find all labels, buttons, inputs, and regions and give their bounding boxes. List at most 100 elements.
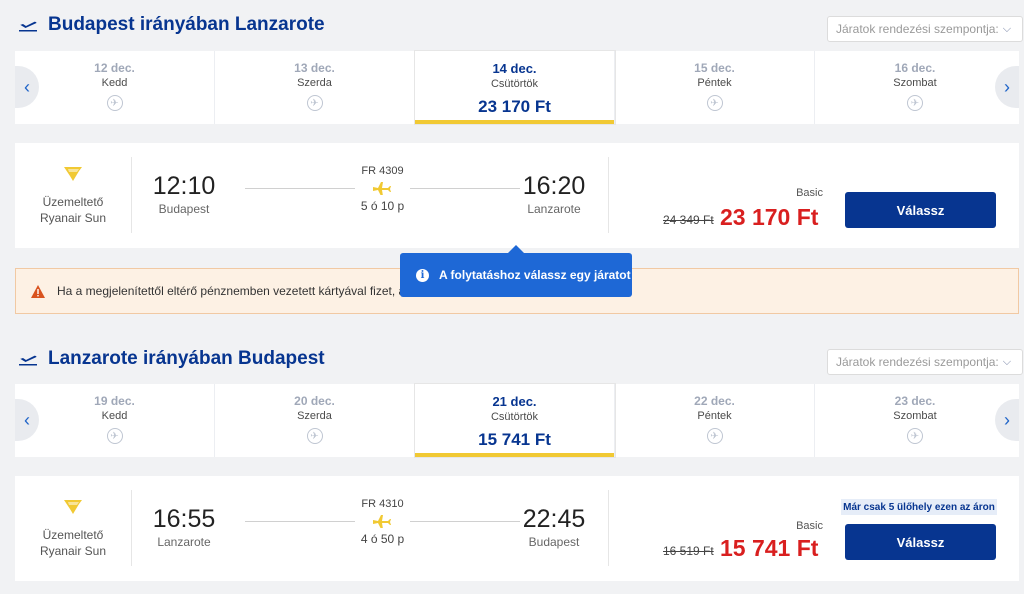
- operator-name: Ryanair Sun: [39, 544, 107, 558]
- plane-icon: [373, 182, 391, 195]
- chevron-right-icon: ›: [1004, 409, 1010, 430]
- arrival-city: Lanzarote: [527, 202, 581, 216]
- flight-duration: 4 ó 50 p: [360, 532, 405, 546]
- operator-label: Üzemeltető: [42, 528, 104, 542]
- outbound-date-item[interactable]: 13 dec. Szerda ✈: [215, 51, 415, 124]
- seats-left-badge: Már csak 5 ülőhely ezen az áron: [841, 499, 997, 515]
- departure-city: Lanzarote: [157, 535, 211, 549]
- weekday-label: Csütörtök: [490, 78, 539, 90]
- outbound-date-strip: 12 dec. Kedd ✈ 13 dec. Szerda ✈ 14 dec. …: [15, 51, 1019, 124]
- old-price: 24 349 Ft: [663, 213, 714, 227]
- chevron-down-icon: ⌵: [1002, 22, 1012, 35]
- no-flight-icon: ✈: [706, 95, 723, 111]
- date-label: 13 dec.: [294, 61, 335, 75]
- weekday-label: Csütörtök: [490, 411, 539, 423]
- weekday-label: Kedd: [101, 77, 128, 89]
- date-label: 20 dec.: [294, 394, 335, 408]
- arrival-block: 22:45 Budapest: [499, 505, 609, 549]
- outbound-date-item-selected[interactable]: 14 dec. Csütörtök 23 170 Ft: [415, 51, 615, 124]
- operator-name: Ryanair Sun: [39, 211, 107, 225]
- plane-icon: [373, 515, 391, 528]
- current-price: 15 741 Ft: [720, 535, 819, 561]
- date-label: 12 dec.: [94, 61, 135, 75]
- old-price: 16 519 Ft: [663, 544, 714, 558]
- date-label: 16 dec.: [894, 61, 936, 75]
- weekday-label: Szerda: [297, 77, 332, 89]
- chevron-down-icon: ⌵: [1002, 355, 1012, 368]
- flight-number: FR 4309: [361, 165, 404, 177]
- departure-time: 12:10: [152, 172, 216, 200]
- sort-label: Járatok rendezési szempontja:: [836, 355, 999, 369]
- outbound-sort-select[interactable]: Járatok rendezési szempontja: ⌵: [827, 16, 1023, 42]
- outbound-title: Budapest irányában Lanzarote: [48, 14, 325, 35]
- fare-class: Basic: [796, 187, 823, 199]
- date-label: 23 dec.: [894, 394, 936, 408]
- chevron-left-icon: ‹: [24, 409, 30, 430]
- arrival-block: 16:20 Lanzarote: [499, 172, 609, 216]
- select-flight-button[interactable]: Válassz: [845, 192, 996, 228]
- return-date-item[interactable]: 20 dec. Szerda ✈: [215, 384, 415, 457]
- select-flight-tooltip: i A folytatáshoz válassz egy járatot: [400, 245, 632, 297]
- date-label: 22 dec.: [694, 394, 735, 408]
- no-flight-icon: ✈: [106, 95, 123, 111]
- date-price: 23 170 Ft: [478, 97, 551, 116]
- return-sort-select[interactable]: Járatok rendezési szempontja: ⌵: [827, 349, 1023, 375]
- no-flight-icon: ✈: [106, 428, 123, 444]
- no-flight-icon: ✈: [907, 95, 923, 111]
- card-divider: [608, 490, 609, 566]
- weekday-label: Szombat: [893, 410, 937, 422]
- outbound-flight-card[interactable]: Üzemeltető Ryanair Sun 12:10 Budapest FR…: [15, 143, 1019, 248]
- date-label: 14 dec.: [492, 61, 537, 76]
- weekday-label: Kedd: [101, 410, 128, 422]
- select-flight-button[interactable]: Válassz: [845, 524, 996, 560]
- outbound-date-item[interactable]: 16 dec. Szombat ✈: [815, 51, 1015, 124]
- chevron-left-icon: ‹: [24, 76, 30, 97]
- fare-class: Basic: [796, 520, 823, 532]
- date-label: 19 dec.: [94, 394, 135, 408]
- warning-text: Ha a megjelenítettől eltérő pénznemben v…: [57, 284, 406, 298]
- no-flight-icon: ✈: [706, 428, 723, 444]
- carrier-info: Üzemeltető Ryanair Sun: [15, 490, 132, 566]
- weekday-label: Szombat: [893, 77, 937, 89]
- outbound-date-item[interactable]: 15 dec. Péntek ✈: [615, 51, 815, 124]
- sort-label: Járatok rendezési szempontja:: [836, 22, 999, 36]
- no-flight-icon: ✈: [907, 428, 923, 444]
- date-label: 21 dec.: [492, 394, 537, 409]
- date-price: 15 741 Ft: [478, 430, 551, 449]
- no-flight-icon: ✈: [306, 95, 323, 111]
- departure-time: 16:55: [152, 505, 216, 533]
- departure-plane-icon: [19, 355, 37, 366]
- warning-icon: [31, 284, 45, 298]
- outbound-date-item[interactable]: 12 dec. Kedd ✈: [15, 51, 215, 124]
- carrier-info: Üzemeltető Ryanair Sun: [15, 157, 132, 233]
- return-date-item[interactable]: 23 dec. Szombat ✈: [815, 384, 1015, 457]
- info-icon: i: [416, 268, 429, 282]
- departure-block: 16:55 Lanzarote: [129, 505, 239, 549]
- return-date-item[interactable]: 19 dec. Kedd ✈: [15, 384, 215, 457]
- no-flight-icon: ✈: [306, 428, 323, 444]
- weekday-label: Péntek: [697, 410, 732, 422]
- tooltip-text: A folytatáshoz válassz egy járatot: [439, 268, 631, 282]
- return-date-strip: 19 dec. Kedd ✈ 20 dec. Szerda ✈ 21 dec. …: [15, 384, 1019, 457]
- arrival-time: 16:20: [522, 172, 586, 200]
- weekday-label: Péntek: [697, 77, 732, 89]
- return-date-item[interactable]: 22 dec. Péntek ✈: [615, 384, 815, 457]
- return-flight-card[interactable]: Üzemeltető Ryanair Sun 16:55 Lanzarote F…: [15, 476, 1019, 581]
- weekday-label: Szerda: [297, 410, 332, 422]
- route-info: FR 4310 4 ó 50 p: [245, 498, 520, 546]
- flight-number: FR 4310: [361, 498, 404, 510]
- arrival-city: Budapest: [528, 535, 580, 549]
- departure-plane-icon: [19, 21, 37, 32]
- date-label: 15 dec.: [694, 61, 735, 75]
- arrival-time: 22:45: [522, 505, 586, 533]
- operator-label: Üzemeltető: [42, 195, 104, 209]
- ryanair-harp-icon: [64, 500, 82, 514]
- flight-duration: 5 ó 10 p: [360, 199, 405, 213]
- ryanair-harp-icon: [64, 167, 82, 181]
- return-date-item-selected[interactable]: 21 dec. Csütörtök 15 741 Ft: [415, 384, 615, 457]
- return-section-title: Lanzarote irányában Budapest: [18, 348, 325, 370]
- departure-block: 12:10 Budapest: [129, 172, 239, 216]
- current-price: 23 170 Ft: [720, 204, 819, 230]
- route-info: FR 4309 5 ó 10 p: [245, 165, 520, 213]
- card-divider: [608, 157, 609, 233]
